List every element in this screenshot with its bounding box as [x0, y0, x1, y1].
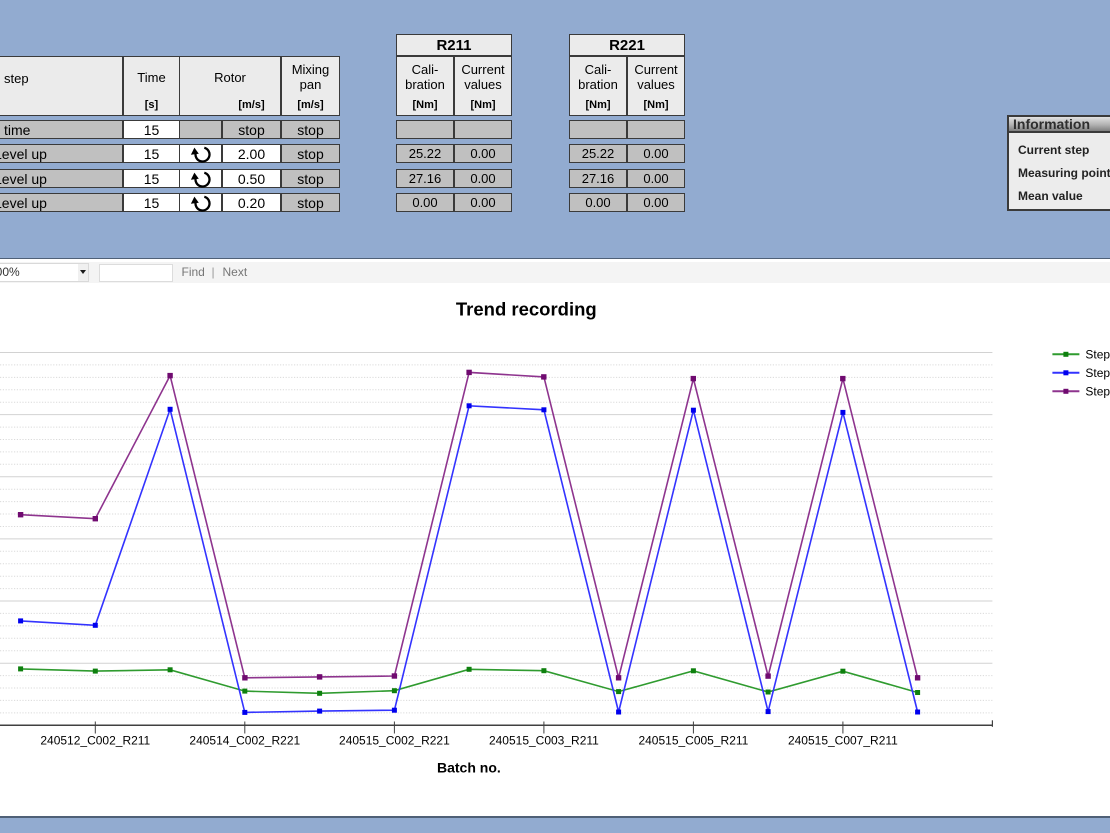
svg-text:Batch no.: Batch no. [437, 759, 501, 775]
svg-text:Step 6: Step 6 [1085, 366, 1110, 380]
svg-text:240512_C002_R211: 240512_C002_R211 [40, 734, 150, 748]
svg-text:240515_C002_R221: 240515_C002_R221 [339, 734, 450, 748]
svg-text:Step 5: Step 5 [1085, 348, 1110, 362]
svg-text:240515_C003_R211: 240515_C003_R211 [489, 734, 599, 748]
svg-text:Trend recording: Trend recording [456, 299, 597, 320]
svg-text:Step 7: Step 7 [1085, 385, 1110, 399]
svg-text:240515_C005_R211: 240515_C005_R211 [638, 734, 748, 748]
svg-text:240515_C007_R211: 240515_C007_R211 [788, 734, 898, 748]
svg-text:240514_C002_R221: 240514_C002_R221 [189, 734, 300, 748]
